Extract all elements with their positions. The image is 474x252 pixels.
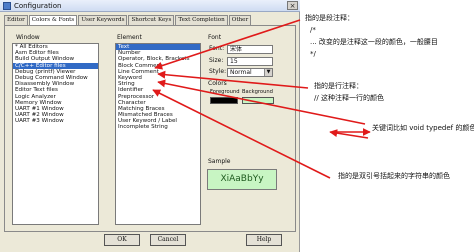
- arrow-red-left: [329, 129, 369, 139]
- foreground-label: Foreground: [210, 89, 240, 95]
- chevron-down-icon: ▼: [264, 69, 272, 76]
- background-color-picker[interactable]: [242, 97, 274, 104]
- style-value: Normal: [230, 69, 252, 76]
- element-group-label: Element: [117, 34, 142, 41]
- font-field[interactable]: 宋体: [227, 45, 273, 54]
- annotation-line-body: // 这种注释一行的颜色: [314, 94, 384, 102]
- close-button[interactable]: ×: [287, 1, 298, 10]
- size-field[interactable]: 15: [227, 57, 273, 66]
- configuration-dialog: Configuration × Editor Colors & Fonts Us…: [0, 0, 300, 252]
- annotation-block-body: ... 改变的是注释这一段的颜色，一般腰目: [310, 38, 438, 46]
- style-dropdown[interactable]: Normal ▼: [227, 68, 273, 77]
- element-list-item[interactable]: Incomplete String: [116, 124, 200, 130]
- annotation-line-title: 指的是行注释：: [314, 82, 363, 90]
- font-value: 宋体: [230, 46, 243, 53]
- sample-label: Sample: [208, 158, 231, 165]
- element-list[interactable]: Text Number Operator, Block, Brackets Block…: [115, 43, 201, 225]
- annotation-block-open: /*: [310, 26, 316, 34]
- window-list[interactable]: * All Editors Asm Editor files Build Outpu…: [12, 43, 99, 225]
- colors-group-label: Colors: [208, 80, 227, 87]
- size-value: 15: [230, 58, 238, 65]
- window-title: Configuration: [14, 2, 62, 10]
- annotation-block-close: */: [310, 50, 316, 58]
- help-button[interactable]: Help: [246, 234, 282, 246]
- annotation-keyword: 关键词比如 void typedef 的颜色改变: [372, 124, 474, 132]
- window-list-item[interactable]: UART #3 Window: [13, 118, 98, 124]
- style-label: Style:: [209, 68, 227, 75]
- font-group-label: Font: [208, 34, 222, 41]
- annotation-string: 指的是双引号括起来的字符串的颜色: [338, 172, 450, 180]
- annotation-block-title: 指的是段注释：: [305, 14, 354, 22]
- font-label: Font:: [209, 45, 225, 52]
- background-label: Background: [242, 89, 273, 95]
- window-group-label: Window: [16, 34, 40, 41]
- ok-button[interactable]: OK: [104, 234, 140, 246]
- element-list-item[interactable]: Operator, Block, Brackets: [116, 56, 200, 62]
- title-bar: Configuration ×: [0, 0, 300, 12]
- foreground-color-picker[interactable]: [210, 97, 238, 104]
- size-label: Size:: [209, 57, 224, 64]
- cancel-button[interactable]: Cancel: [150, 234, 186, 246]
- app-icon: [3, 2, 11, 10]
- sample-preview: XiAaBbYy: [207, 169, 277, 190]
